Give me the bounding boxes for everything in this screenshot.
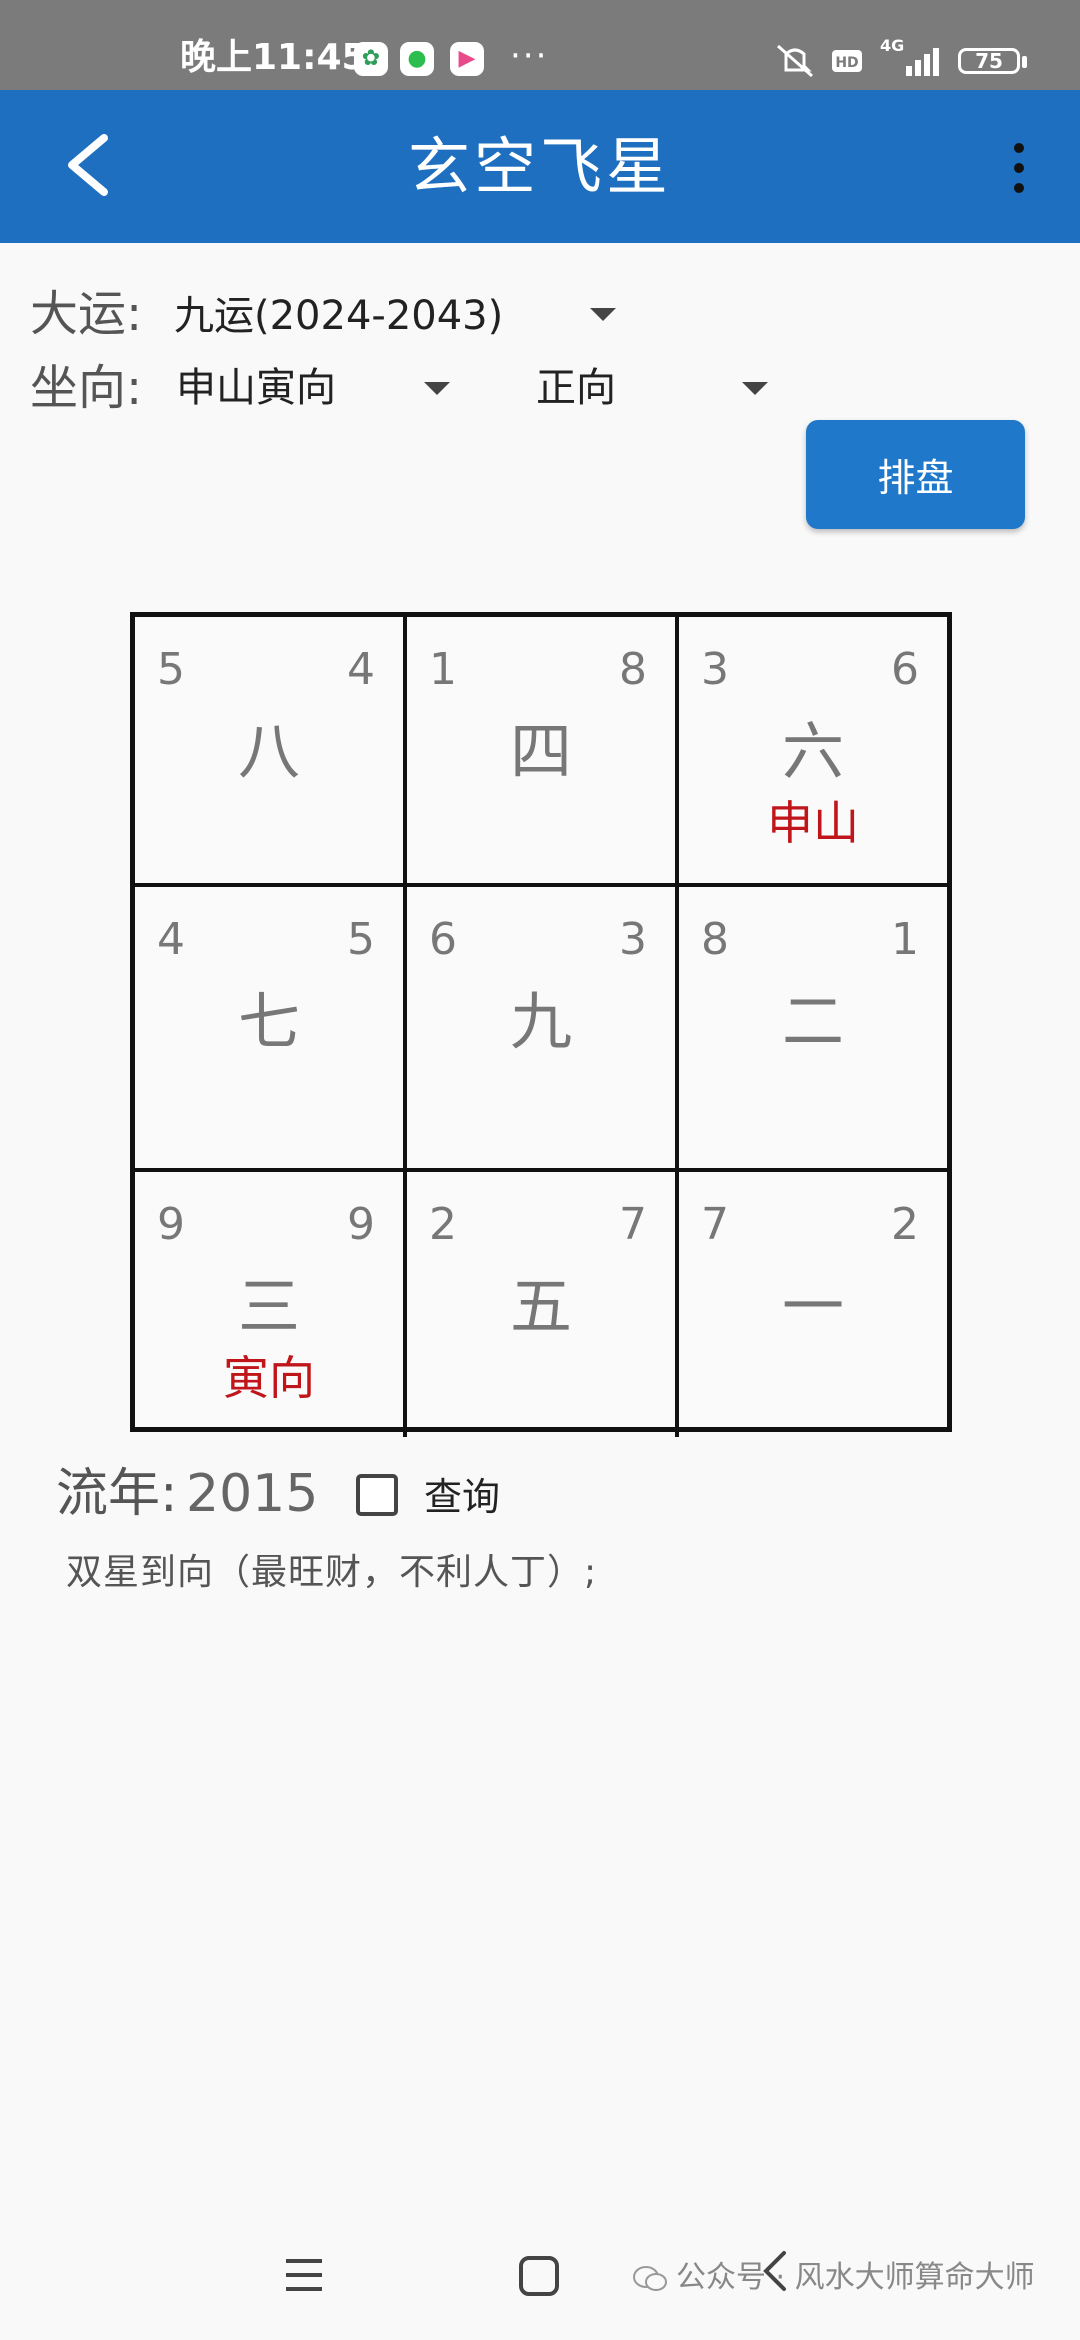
direction-tag: 申山 [767,796,859,850]
battery-cap [1022,56,1027,68]
play-store-icon: ▶ [450,42,484,76]
period-star: 二 [781,985,844,1058]
svg-text:HD: HD [835,55,858,71]
water-star: 8 [619,644,647,695]
wechat-watermark-icon [633,2265,667,2291]
grid-cell: 1 8四 [407,617,679,887]
wechat-icon: ● [400,42,434,76]
year-label: 流年: [56,1464,178,1524]
watermark: 公众号 · 风水大师算命大师 [632,2258,1035,2298]
mountain-star: 4 [157,914,185,965]
network-type: 4G [880,36,905,55]
period-select[interactable]: 九运(2024-2043) [174,288,503,344]
direction-tag: 寅向 [223,1351,315,1405]
grid-cell: 2 7五 [407,1172,679,1437]
mountain-star: 6 [429,914,457,965]
period-star: 九 [509,985,572,1058]
water-star: 4 [347,644,375,695]
status-bar: 晚上11:45 ✿ ● ▶ ··· HD 4G 75 [0,0,1080,90]
facing-select[interactable]: 申山寅向 [176,360,336,416]
period-star: 四 [509,715,572,788]
mountain-star: 5 [157,644,185,695]
direction-dropdown-icon[interactable] [742,382,768,395]
mute-icon [777,44,813,78]
app-notification-icon: ✿ [354,42,388,76]
grid-cell: 5 4八 [135,617,407,887]
more-notifications-icon: ··· [510,36,549,76]
facing-label: 坐向: [30,360,143,416]
water-star: 5 [347,914,375,965]
direction-select[interactable]: 正向 [536,360,616,416]
period-star: 五 [509,1270,572,1343]
period-dropdown-icon[interactable] [590,308,616,321]
query-checkbox[interactable] [356,1474,398,1516]
query-checkbox-label[interactable]: 查询 [424,1472,500,1522]
period-star: 三 [237,1270,300,1343]
grid-cell: 8 1二 [679,887,947,1172]
period-star: 一 [781,1270,844,1343]
result-text: 双星到向（最旺财，不利人丁）; [66,1552,598,1593]
facing-dropdown-icon[interactable] [424,382,450,395]
water-star: 9 [347,1199,375,1250]
water-star: 1 [891,914,919,965]
grid-cell: 4 5七 [135,887,407,1172]
water-star: 6 [891,644,919,695]
mountain-star: 1 [429,644,457,695]
mountain-star: 2 [429,1199,457,1250]
water-star: 3 [619,914,647,965]
year-input[interactable] [186,1462,316,1526]
status-time: 晚上11:45 [180,37,367,78]
mountain-star: 3 [701,644,729,695]
grid-cell: 6 3九 [407,887,679,1172]
hd-icon: HD [832,50,862,72]
flying-star-grid: 5 4 八 1 8 四 3 6 六申山 4 5 七 6 3 九 8 1 二 9 9 三寅向 2 7 五 7 2 一 [130,612,952,1437]
period-star: 六 [781,715,844,788]
mountain-star: 8 [701,914,729,965]
water-star: 7 [619,1199,647,1250]
period-star: 七 [237,985,300,1058]
grid-cell: 3 6 六申山 [679,617,947,887]
more-options-icon[interactable] [1004,138,1034,198]
mountain-star: 9 [157,1199,185,1250]
grid-cell: 7 2一 [679,1172,947,1437]
period-label: 大运: [30,286,143,342]
menu-icon[interactable] [282,2255,326,2295]
grid-cell: 9 9 三寅向 [135,1172,407,1437]
period-star: 八 [237,715,300,788]
app-bar: 玄空飞星 [0,90,1080,243]
plot-button[interactable]: 排盘 [806,420,1025,529]
home-icon[interactable] [518,2255,560,2297]
watermark-text: 公众号 · 风水大师算命大师 [676,2260,1035,2295]
water-star: 2 [891,1199,919,1250]
page-title: 玄空飞星 [407,130,672,203]
battery-icon: 75 [958,48,1020,74]
mountain-star: 7 [701,1199,729,1250]
